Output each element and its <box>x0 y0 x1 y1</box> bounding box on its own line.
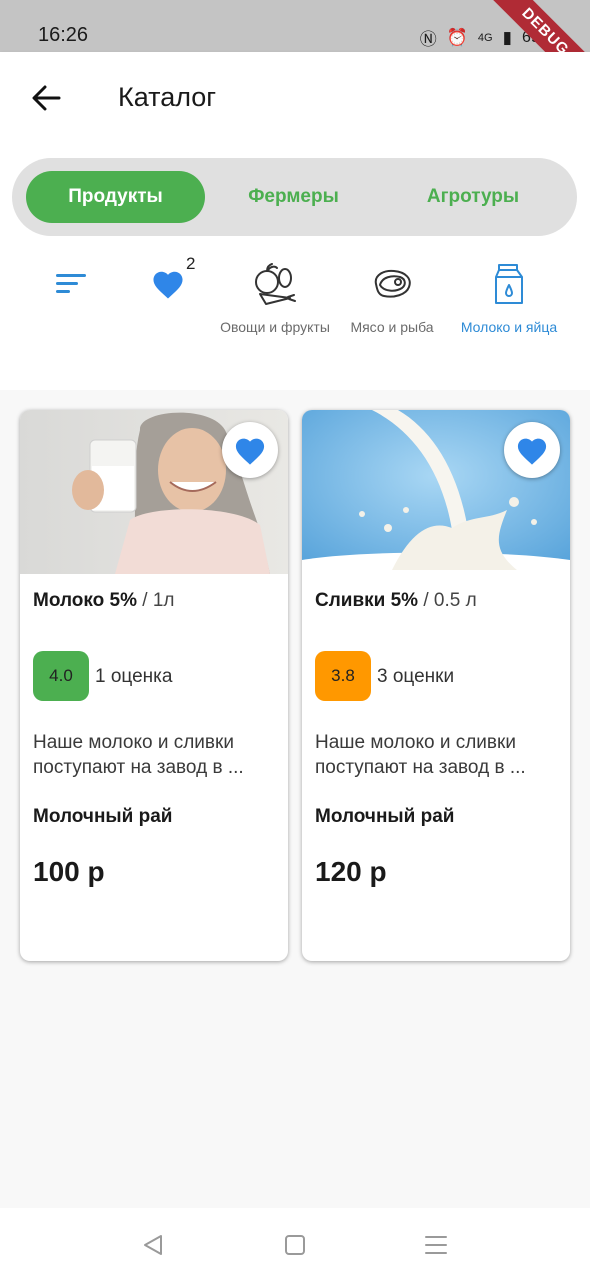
filter-area: Продукты Фермеры Агротуры 2 Овощи и фрук… <box>0 144 590 390</box>
alarm-icon: ⏰ <box>446 27 468 47</box>
product-brand: Молочный рай <box>315 806 455 827</box>
tab-products[interactable]: Продукты <box>26 171 205 223</box>
rating-badge: 3.8 <box>315 651 371 701</box>
vegetables-icon <box>255 263 296 305</box>
sort-button[interactable] <box>16 254 126 314</box>
favorite-button[interactable] <box>504 422 560 478</box>
page-title: Каталог <box>118 82 217 112</box>
category-vegetables[interactable]: Овощи и фрукты <box>220 254 330 336</box>
rating-count: 1 оценка <box>95 666 173 687</box>
product-title: Молоко 5% <box>33 590 137 611</box>
status-bar: 16:26 Ⓝ ⏰ 4G ▮ 69% DEBUG <box>0 0 590 103</box>
product-title: Сливки 5% <box>315 590 419 611</box>
network-label: 4G <box>477 31 493 44</box>
meat-icon <box>374 269 411 298</box>
product-volume: / 1л <box>137 590 175 611</box>
catalog-tabs: Продукты Фермеры Агротуры <box>12 158 577 236</box>
category-meat[interactable]: Мясо и рыба <box>337 254 447 336</box>
favorite-button[interactable] <box>222 422 278 478</box>
category-label: Мясо и рыба <box>350 319 434 335</box>
product-price: 100 р <box>33 856 105 887</box>
tab-agrotours[interactable]: Агротуры <box>382 171 564 223</box>
product-image <box>302 410 570 574</box>
favorites-button[interactable] <box>113 254 223 314</box>
nav-back-button[interactable] <box>138 1230 168 1260</box>
rating-badge: 4.0 <box>33 651 89 701</box>
nav-menu-button[interactable] <box>421 1230 451 1260</box>
signal-icon: ▮ <box>502 27 512 47</box>
product-card[interactable]: Сливки 5% / 0.5 л 3.8 3 оценки Наше моло… <box>302 410 570 961</box>
category-label: Молоко и яйца <box>460 319 558 335</box>
back-button[interactable] <box>26 78 66 118</box>
nfc-icon: Ⓝ <box>419 30 437 49</box>
category-row: 2 Овощи и фрукты Мясо и рыба Молоко и яй… <box>0 254 590 364</box>
product-description: Наше молоко и сливки поступают на завод … <box>315 732 526 778</box>
triangle-back-icon <box>144 1235 162 1255</box>
square-home-icon <box>285 1235 305 1255</box>
favorites-count: 2 <box>186 254 196 273</box>
heart-icon <box>517 438 547 465</box>
status-time: 16:26 <box>38 24 89 46</box>
arrow-left-icon <box>32 85 61 111</box>
nav-home-button[interactable] <box>280 1230 310 1260</box>
product-name: Сливки 5% / 0.5 л <box>315 590 477 612</box>
heart-icon <box>235 438 265 465</box>
product-card[interactable]: Молоко 5% / 1л 4.0 1 оценка Наше молоко … <box>20 410 288 961</box>
product-description: Наше молоко и сливки поступают на завод … <box>33 732 244 778</box>
app-bar: Каталог <box>0 52 590 144</box>
product-image <box>20 410 288 574</box>
milk-icon <box>495 264 523 304</box>
product-name: Молоко 5% / 1л <box>33 590 175 612</box>
category-label: Овощи и фрукты <box>220 319 330 335</box>
menu-icon <box>425 1236 447 1254</box>
heart-icon <box>153 271 183 299</box>
product-price: 120 р <box>315 856 387 887</box>
category-milk[interactable]: Молоко и яйца <box>454 254 564 336</box>
product-volume: / 0.5 л <box>418 590 477 611</box>
product-brand: Молочный рай <box>33 806 173 827</box>
tab-farmers[interactable]: Фермеры <box>205 171 382 223</box>
sort-icon <box>56 274 86 293</box>
rating-count: 3 оценки <box>377 666 455 687</box>
system-nav-bar <box>0 1208 590 1280</box>
